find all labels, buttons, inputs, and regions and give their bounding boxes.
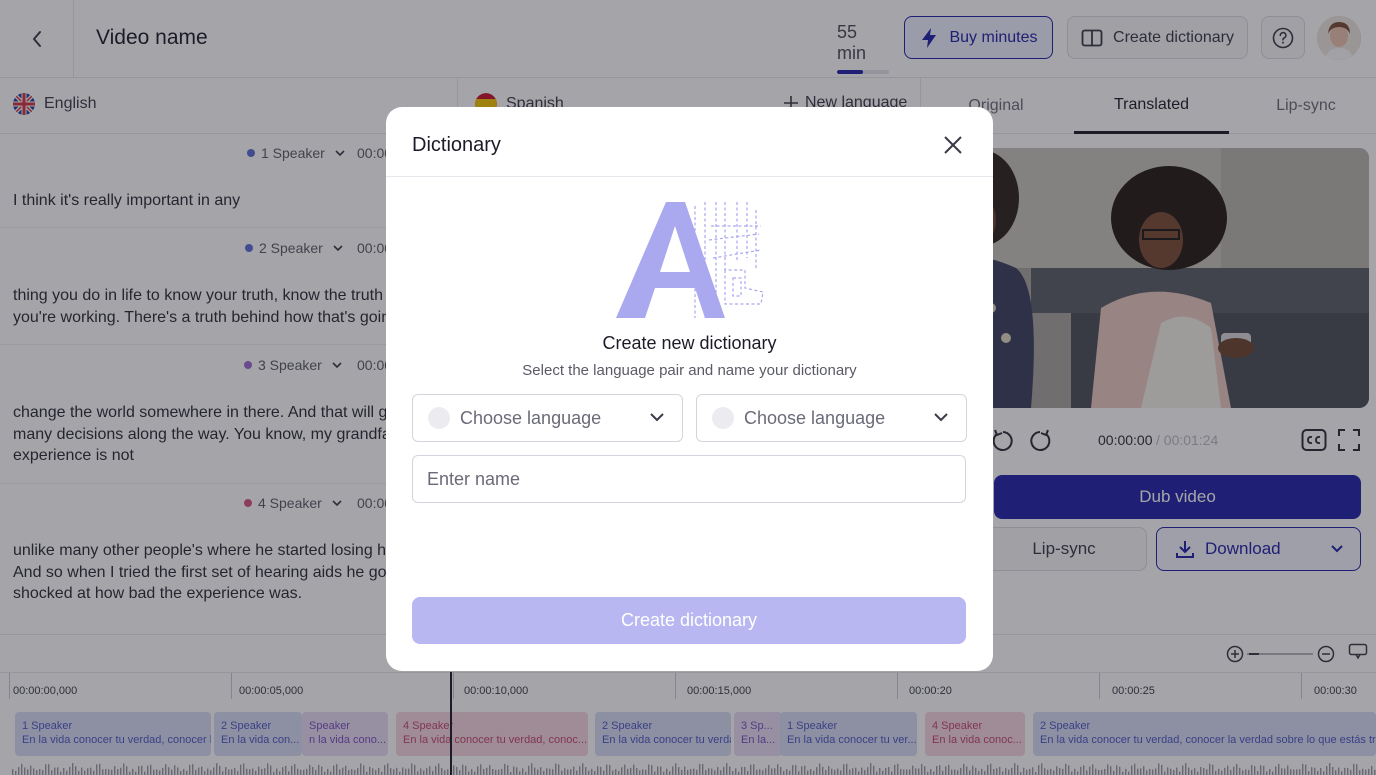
dictionary-modal: Dictionary Create new dictionary Select … (386, 107, 993, 671)
close-button[interactable] (941, 133, 965, 157)
modal-header: Dictionary (386, 107, 993, 177)
chevron-down-icon (650, 413, 664, 422)
dictionary-name-input[interactable] (412, 455, 966, 503)
source-language-select[interactable]: Choose language (412, 394, 683, 442)
create-dictionary-subtitle: Select the language pair and name your d… (522, 362, 857, 379)
create-dictionary-heading: Create new dictionary (602, 333, 777, 353)
language-flag-placeholder (428, 407, 450, 429)
language-flag-placeholder (712, 407, 734, 429)
chevron-down-icon (934, 413, 948, 422)
select-value: Choose language (460, 407, 602, 428)
close-icon (944, 136, 962, 154)
select-value: Choose language (744, 407, 886, 428)
modal-title: Dictionary (412, 134, 501, 156)
dictionary-illustration (616, 202, 764, 318)
target-language-select[interactable]: Choose language (696, 394, 967, 442)
create-dictionary-submit-button[interactable]: Create dictionary (412, 597, 966, 644)
